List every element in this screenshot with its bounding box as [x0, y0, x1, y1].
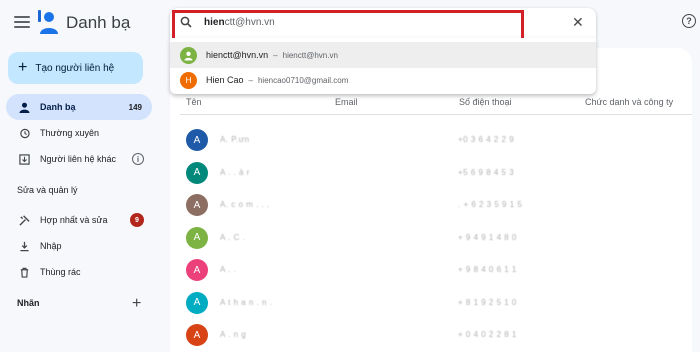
plus-icon: + — [18, 59, 28, 76]
contacts-logo-icon — [38, 10, 58, 34]
separator: – — [248, 75, 253, 85]
contact-name: A . C . — [220, 232, 246, 242]
contact-name: A . . — [220, 265, 237, 274]
sidebar-item-frequent[interactable]: Thường xuyên — [6, 120, 152, 146]
clear-search-icon[interactable]: ✕ — [572, 14, 584, 31]
suggestion-name: hienctt@hvn.vn — [206, 50, 269, 60]
contact-avatar: A — [186, 259, 208, 281]
contact-name: A . . ả r — [220, 167, 250, 177]
column-header-phone[interactable]: Số điện thoại — [459, 97, 512, 107]
main-menu-icon[interactable] — [14, 16, 30, 30]
info-icon[interactable]: i — [132, 153, 144, 165]
manage-section-label: Sửa và quản lý — [17, 185, 78, 195]
contact-avatar: A — [186, 129, 208, 151]
column-header-title-company[interactable]: Chức danh và công ty — [585, 97, 673, 107]
download-box-icon — [18, 153, 30, 165]
contact-phone: + 0 4 0 2 2 8 1 — [458, 330, 517, 339]
add-label-icon[interactable]: + — [132, 295, 141, 313]
suggestion-name: Hien Cao — [206, 75, 244, 85]
table-row[interactable]: A A . . ả r +5 6 9 8 4 5 3 — [186, 161, 686, 186]
sidebar-item-label: Thường xuyên — [40, 128, 99, 138]
sidebar-item-contacts[interactable]: Danh bạ 149 — [6, 94, 152, 120]
table-row[interactable]: A A . . + 9 8 4 0 6 1 1 — [186, 259, 686, 283]
sidebar: Danh bạ + Tạo người liên hệ Danh bạ 149 … — [0, 0, 170, 352]
contact-name: A . n g — [220, 330, 247, 339]
table-row[interactable]: A A . C . + 9 4 9 1 4 8 0 — [186, 226, 686, 251]
contact-phone: + 9 4 9 1 4 8 0 — [458, 232, 517, 242]
contact-phone: . + 6 2 3 5 9 1 5 — [458, 200, 523, 209]
sidebar-item-trash[interactable]: Thùng rác — [6, 259, 152, 285]
sidebar-item-label: Người liên hệ khác — [40, 154, 116, 164]
merge-badge: 9 — [130, 213, 144, 227]
labels-section-label: Nhãn — [17, 298, 40, 308]
contact-name: A. P.ưn — [220, 135, 250, 144]
suggestion-email: hienctt@hvn.vn — [282, 50, 338, 60]
contact-avatar: A — [186, 161, 208, 184]
create-contact-label: Tạo người liên hệ — [35, 62, 115, 74]
suggestion-item[interactable]: hienctt@hvn.vn – hienctt@hvn.vn — [170, 42, 596, 68]
history-icon — [18, 127, 30, 139]
contacts-count: 149 — [128, 102, 142, 112]
contact-phone: +5 6 9 8 4 5 3 — [458, 167, 515, 177]
contact-phone: + 8 1 9 2 5 1 0 — [458, 297, 517, 307]
suggestion-email: hiencao0710@gmail.com — [257, 75, 349, 85]
app-title: Danh bạ — [66, 13, 131, 32]
header-divider — [180, 114, 692, 115]
sidebar-item-other-contacts[interactable]: Người liên hệ khác i — [6, 146, 152, 172]
contact-phone: +0 3 6 4 2 2 9 — [458, 135, 515, 144]
contact-phone: + 9 8 4 0 6 1 1 — [458, 265, 517, 274]
contact-avatar: A — [186, 226, 208, 249]
sidebar-item-import[interactable]: Nhập — [6, 233, 152, 259]
suggestion-avatar: H — [180, 71, 197, 89]
contact-avatar: A — [186, 194, 208, 216]
suggestion-avatar-icon — [180, 46, 197, 64]
sidebar-item-label: Danh bạ — [40, 102, 76, 112]
contact-name: A. c o m . . . — [220, 200, 270, 209]
contact-name: A t h a n . n . — [220, 297, 273, 307]
suggestion-item[interactable]: H Hien Cao – hiencao0710@gmail.com — [170, 67, 596, 93]
person-icon — [18, 101, 30, 113]
table-row[interactable]: A A . n g + 0 4 0 2 2 8 1 — [186, 324, 686, 348]
tools-icon — [18, 214, 30, 226]
create-contact-button[interactable]: + Tạo người liên hệ — [8, 52, 143, 84]
table-row[interactable]: A A t h a n . n . + 8 1 9 2 5 1 0 — [186, 291, 686, 316]
import-icon — [18, 240, 30, 252]
column-header-name[interactable]: Tên — [186, 97, 202, 107]
contact-avatar: A — [186, 291, 208, 314]
sidebar-item-label: Thùng rác — [40, 267, 81, 277]
help-icon[interactable]: ? — [682, 14, 696, 28]
trash-icon — [18, 266, 30, 278]
search-suggestions: hienctt@hvn.vn – hienctt@hvn.vn H Hien C… — [170, 38, 596, 94]
sidebar-item-merge-fix[interactable]: Hợp nhất và sửa 9 — [6, 207, 152, 233]
contact-avatar: A — [186, 324, 208, 346]
sidebar-item-label: Nhập — [40, 241, 62, 251]
table-row[interactable]: A A. c o m . . . . + 6 2 3 5 9 1 5 — [186, 194, 686, 218]
sidebar-item-label: Hợp nhất và sửa — [40, 215, 108, 225]
separator: – — [273, 50, 278, 60]
column-header-email[interactable]: Email — [335, 97, 358, 107]
table-row[interactable]: A A. P.ưn +0 3 6 4 2 2 9 — [186, 129, 686, 153]
